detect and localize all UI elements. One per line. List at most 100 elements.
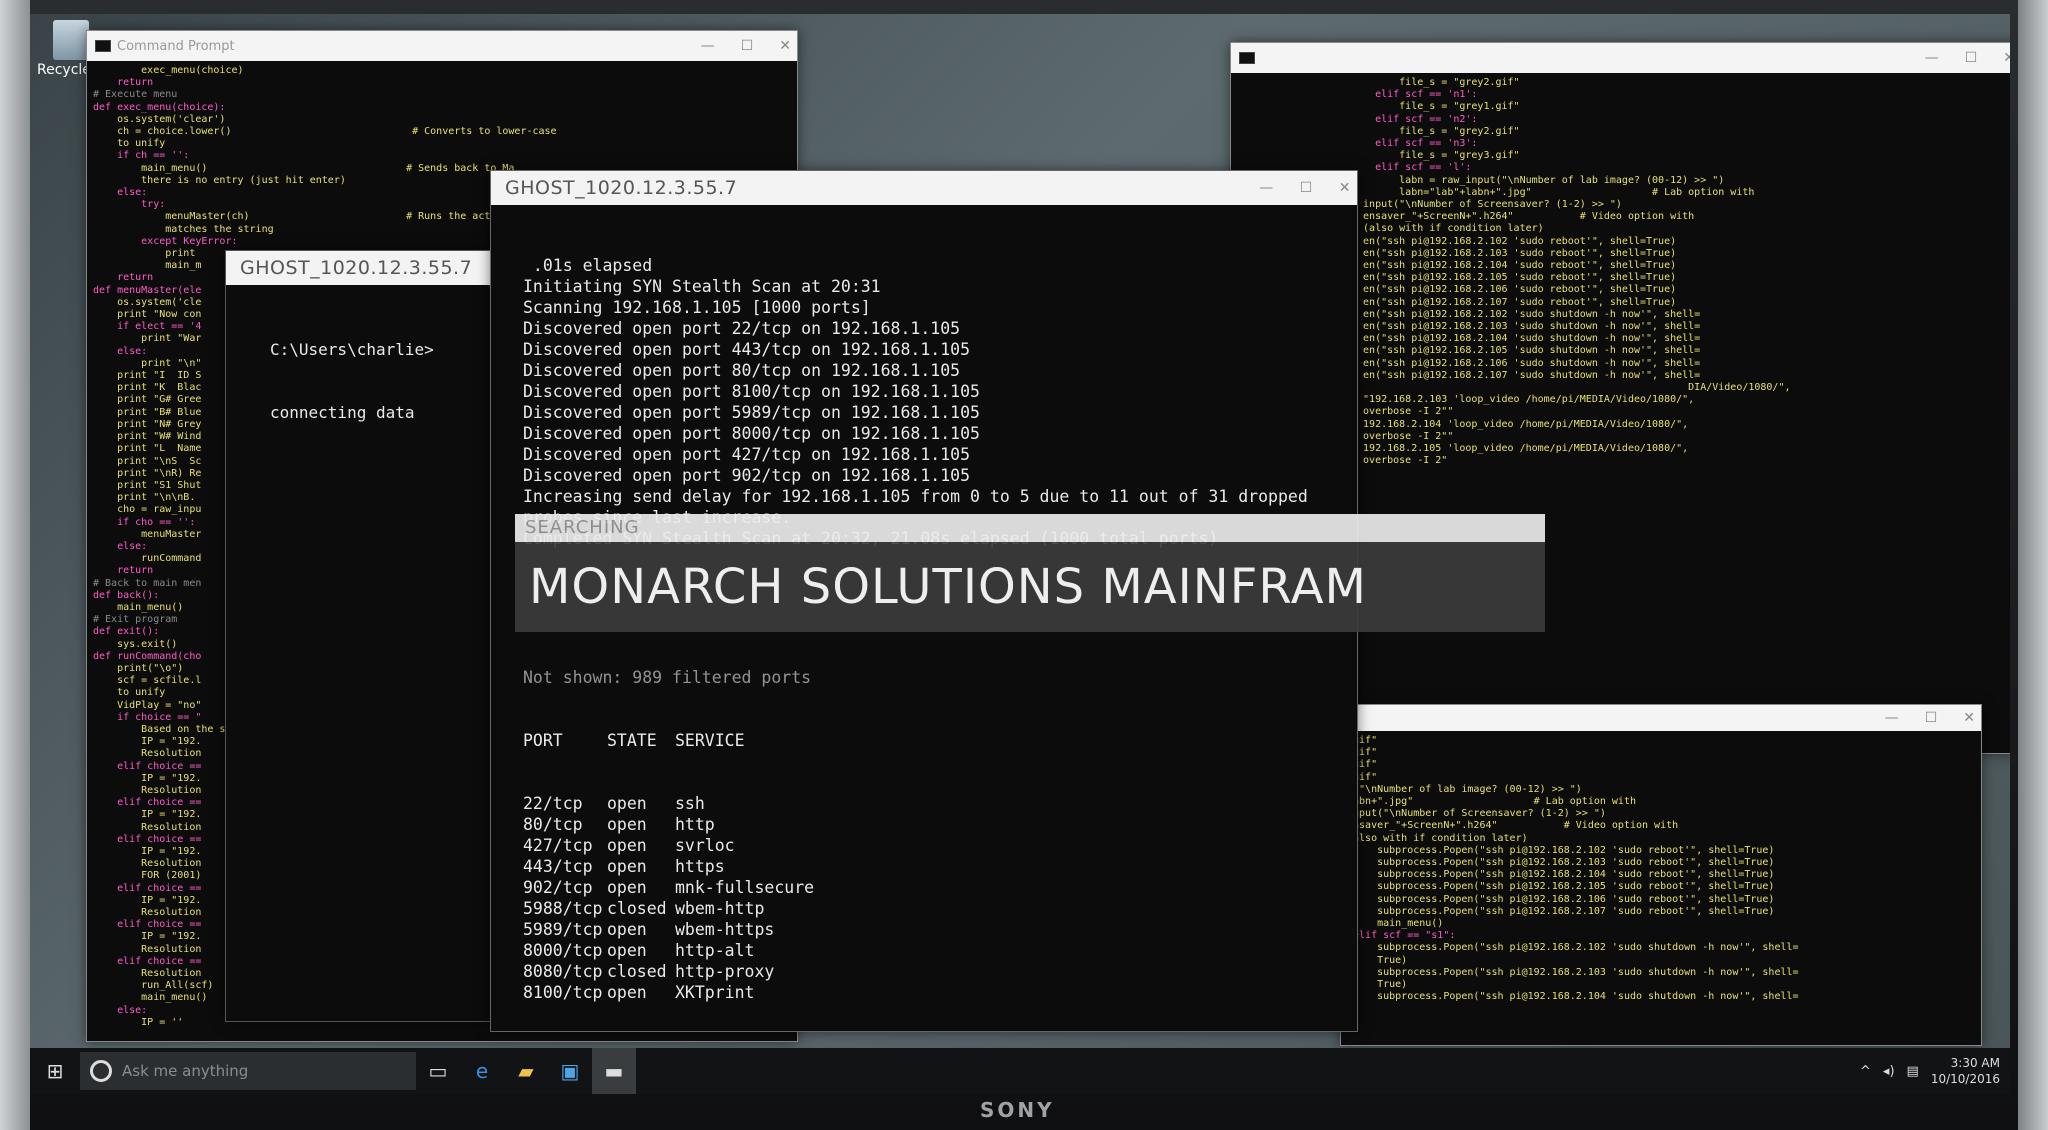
scan-line: Discovered open port 22/tcp on 192.168.1…	[523, 319, 961, 338]
store-button[interactable]: ▣	[548, 1048, 592, 1094]
port-row: 22/tcp open ssh	[523, 793, 1357, 814]
command-prompt-taskbar-button[interactable]: ▬	[592, 1048, 636, 1094]
code-line: file_s = "grey2.gif"	[1351, 125, 1520, 137]
port-service: http	[675, 815, 715, 834]
minimize-button[interactable]: —	[1885, 710, 1899, 726]
code-line: -gif"	[1347, 759, 1378, 771]
scan-line: Increasing send delay for 192.168.1.105 …	[523, 487, 1308, 506]
code-line: en("ssh pi@192.168.2.106 'sudo reboot'",…	[1351, 284, 1677, 296]
port-state: open	[607, 857, 647, 876]
scan-line: Initiating SYN Stealth Scan at 20:31	[523, 277, 881, 296]
port-service: svrloc	[675, 836, 735, 855]
close-button[interactable]: ✕	[1339, 180, 1351, 196]
edge-icon: e	[475, 1059, 489, 1083]
maximize-button[interactable]: ☐	[1925, 710, 1938, 726]
window-titlebar[interactable]: — ☐ ✕	[1231, 43, 2010, 73]
cmd-taskbar-icon: ▬	[604, 1059, 624, 1083]
code-line: subprocess.Popen("ssh pi@192.168.2.105 '…	[1347, 881, 1775, 893]
code-line: 192.168.2.105 'loop_video /home/pi/MEDIA…	[1351, 443, 1689, 455]
search-banner: SEARCHING MONARCH SOLUTIONS MAINFRAM	[515, 514, 1545, 638]
port-state: closed	[607, 899, 667, 918]
cortana-icon	[90, 1060, 112, 1082]
code-line: elif scf == 'n1':	[1351, 89, 1478, 101]
code-line: en("ssh pi@192.168.2.104 'sudo shutdown …	[1351, 333, 1701, 345]
minimize-button[interactable]: —	[1925, 50, 1939, 66]
code-line: file_s = "grey3.gif"	[1351, 150, 1520, 162]
code-line: subprocess.Popen("ssh pi@192.168.2.103 '…	[1347, 857, 1775, 869]
port-port: 8100/tcp	[523, 983, 603, 1002]
port-state: open	[607, 920, 647, 939]
maximize-button[interactable]: ☐	[1300, 180, 1313, 196]
code-line: en("ssh pi@192.168.2.103 'sudo shutdown …	[1351, 321, 1701, 333]
code-line: input("\nNumber of Screensaver? (1-2) >>…	[1347, 808, 1606, 820]
port-port: 8080/tcp	[523, 962, 603, 981]
maximize-button[interactable]: ☐	[741, 38, 754, 54]
folder-icon: ▰	[518, 1059, 534, 1083]
code-line: subprocess.Popen("ssh pi@192.168.2.104 '…	[1347, 991, 1799, 1003]
code-line: subprocess.Popen("ssh pi@192.168.2.106 '…	[1347, 893, 1775, 905]
port-row: 8000/tcp open http-alt	[523, 940, 1357, 961]
clock[interactable]: 3:30 AM 10/10/2016	[1931, 1055, 2000, 1087]
code-line: DIA/Video/1080/",	[1351, 382, 1791, 394]
window-title: GHOST_1020.12.3.55.7	[505, 177, 738, 199]
start-button[interactable]: ⊞	[30, 1048, 80, 1094]
col-state: STATE	[607, 731, 657, 750]
scan-line: Discovered open port 902/tcp on 192.168.…	[523, 466, 971, 485]
cortana-search-box[interactable]: Ask me anything	[80, 1052, 416, 1090]
monitor-screen: Recycle B Command Prompt — ☐ ✕ exec_menu…	[30, 14, 2010, 1094]
code-line: labn+".jpg" # Lab option with	[1347, 796, 1636, 808]
chevron-up-icon[interactable]: ^	[1860, 1064, 1871, 1079]
code-line: -gif"	[1347, 771, 1378, 783]
file-explorer-button[interactable]: ▰	[504, 1048, 548, 1094]
port-service: https	[675, 857, 725, 876]
code-line: elif scf == 'l':	[1351, 162, 1472, 174]
code-line: True)	[1347, 979, 1408, 991]
close-button[interactable]: ✕	[779, 38, 791, 54]
port-service: XKTprint	[675, 983, 755, 1002]
window-titlebar[interactable]: GHOST_1020.12.3.55.7	[226, 251, 516, 285]
edge-button[interactable]: e	[460, 1048, 504, 1094]
code-line: True)	[1347, 954, 1408, 966]
code-line: -gif"	[1347, 747, 1378, 759]
taskbar: ⊞ Ask me anything ▭ e ▰ ▣ ▬ ^ ◂) ▤ 3:30 …	[30, 1048, 2010, 1094]
window-titlebar[interactable]: — ☐ ✕	[1341, 705, 1981, 731]
volume-icon[interactable]: ◂)	[1883, 1064, 1895, 1079]
lower-code-window[interactable]: — ☐ ✕ -gif" -gif" -gif" -gif" t("\nNumber of…	[1340, 704, 1982, 1046]
search-status: SEARCHING	[515, 514, 1545, 542]
port-row: 443/tcp open https	[523, 856, 1357, 877]
store-icon: ▣	[560, 1059, 580, 1083]
code-line: en("ssh pi@192.168.2.107 'sudo reboot'",…	[1351, 296, 1677, 308]
code-line: elif scf == 'n3':	[1351, 138, 1478, 150]
close-button[interactable]: ✕	[1963, 710, 1975, 726]
task-view-button[interactable]: ▭	[416, 1048, 460, 1094]
maximize-button[interactable]: ☐	[1965, 50, 1978, 66]
code-line: labn="lab"+labn+".jpg" # Lab option with	[1351, 186, 1755, 198]
minimize-button[interactable]: —	[701, 38, 715, 54]
code-line: en("ssh pi@192.168.2.102 'sudo shutdown …	[1351, 308, 1701, 320]
scan-line: Discovered open port 8100/tcp on 192.168…	[523, 382, 980, 401]
port-service: http-proxy	[675, 962, 775, 981]
code-line: # Execute menu	[93, 89, 178, 101]
window-titlebar[interactable]: GHOST_1020.12.3.55.7 — ☐ ✕	[491, 171, 1357, 205]
code-line: en("ssh pi@192.168.2.107 'sudo shutdown …	[1351, 369, 1701, 381]
notification-icon[interactable]: ▤	[1907, 1064, 1919, 1079]
code-line: file_s = "grey1.gif"	[1351, 101, 1520, 113]
minimize-button[interactable]: —	[1259, 180, 1274, 196]
port-row: 80/tcp open http	[523, 814, 1357, 835]
close-button[interactable]: ✕	[2003, 50, 2010, 66]
scan-line: Discovered open port 8000/tcp on 192.168…	[523, 424, 980, 443]
code-line: main_menu()	[1347, 918, 1444, 930]
code-line: subprocess.Popen("ssh pi@192.168.2.104 '…	[1347, 869, 1775, 881]
scan-output: .01s elapsed Initiating SYN Stealth Scan …	[523, 255, 1357, 549]
code-line: en("ssh pi@192.168.2.102 'sudo reboot'",…	[1351, 235, 1677, 247]
windows-logo-icon: ⊞	[46, 1059, 64, 1083]
task-view-icon: ▭	[428, 1059, 448, 1083]
port-state: open	[607, 941, 647, 960]
scan-line: .01s elapsed	[523, 256, 653, 275]
code-line: input("\nNumber of Screensaver? (1-2) >>…	[1351, 199, 1622, 211]
code-line: exec_menu(choice)	[93, 65, 244, 76]
code-line: (also with if condition later)	[1347, 832, 1528, 844]
code-line: en("ssh pi@192.168.2.103 'sudo reboot'",…	[1351, 247, 1677, 259]
port-service: mnk-fullsecure	[675, 878, 815, 897]
window-titlebar[interactable]: Command Prompt — ☐ ✕	[87, 31, 797, 61]
